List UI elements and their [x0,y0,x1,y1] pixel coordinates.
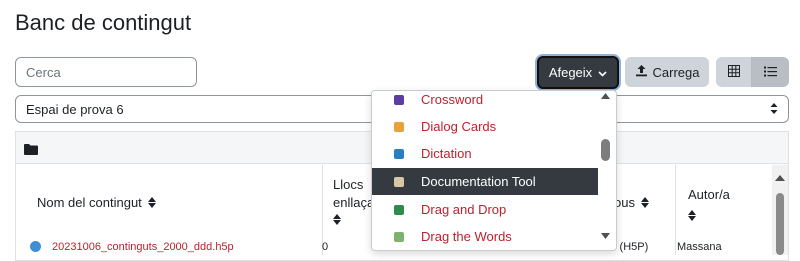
table-scrollbar[interactable] [772,165,788,255]
dropdown-item-label: Dialog Cards [421,119,497,134]
dropdown-item-label: Dictation [421,146,472,161]
row-author-value: Massana [677,241,722,253]
drag-and-drop-icon [394,204,404,215]
add-content-button[interactable]: Afegeix [537,56,619,89]
dropdown-item-dictation[interactable]: Dictation [372,140,598,167]
h5p-file-icon [30,241,41,252]
list-view-button[interactable] [752,57,789,87]
dropdown-item-drag-the-words[interactable]: Drag the Words [372,223,598,250]
list-view-icon [764,64,777,80]
column-header-author-label: Autor/a [688,187,730,202]
upload-button[interactable]: Carrega [625,57,709,87]
dictation-icon [394,148,404,159]
column-header-type[interactable]: ous [614,195,649,210]
column-header-llocs[interactable]: Llocs enllaça [333,176,373,230]
search-input[interactable]: Cerca [15,57,197,87]
row-llocs-value: 0 [322,241,329,253]
column-header-author[interactable]: Autor/a [688,186,730,226]
sort-icon [688,210,696,221]
sort-icon [333,214,341,225]
dropdown-item-dialog-cards[interactable]: Dialog Cards [372,113,598,140]
grid-view-icon [727,64,740,80]
upload-icon [635,64,648,80]
upload-label: Carrega [652,64,700,80]
add-content-label: Afegeix [548,65,593,80]
column-header-name-label: Nom del contingut [37,195,142,210]
add-content-dropdown: Crossword Dialog Cards Dictation Documen… [371,90,617,251]
dropdown-item-drag-and-drop[interactable]: Drag and Drop [372,196,598,223]
dropdown-item-label: Documentation Tool [421,174,536,189]
dropdown-item-label: Drag and Drop [421,202,507,217]
drag-the-words-icon [394,231,404,242]
dropdown-item-label: Crossword [421,92,484,107]
column-header-llocs-label-2: enllaça [333,195,373,210]
page-title: Banc de contingut [15,10,192,35]
content-name-link[interactable]: 20231006_continguts_2000_ddd.h5p [52,241,234,253]
documentation-tool-icon [394,176,404,187]
select-arrows-icon [770,102,778,117]
sort-icon [147,197,156,208]
column-header-type-label: ous [614,195,635,210]
dropdown-item-documentation-tool[interactable]: Documentation Tool [372,168,598,195]
folder-icon [24,142,38,158]
column-header-llocs-label: Llocs [333,177,364,192]
dropdown-scrollbar[interactable] [598,91,613,250]
search-placeholder: Cerca [26,64,61,80]
chevron-down-icon [598,65,607,80]
grid-view-button[interactable] [716,57,752,87]
column-header-name[interactable]: Nom del contingut [37,195,156,210]
crossword-icon [394,94,404,105]
context-select-value: Espai de prova 6 [26,101,124,117]
dialog-cards-icon [394,121,404,132]
dropdown-item-label: Drag the Words [421,229,512,244]
sort-icon [640,197,649,208]
dropdown-item-crossword[interactable]: Crossword [372,91,598,113]
